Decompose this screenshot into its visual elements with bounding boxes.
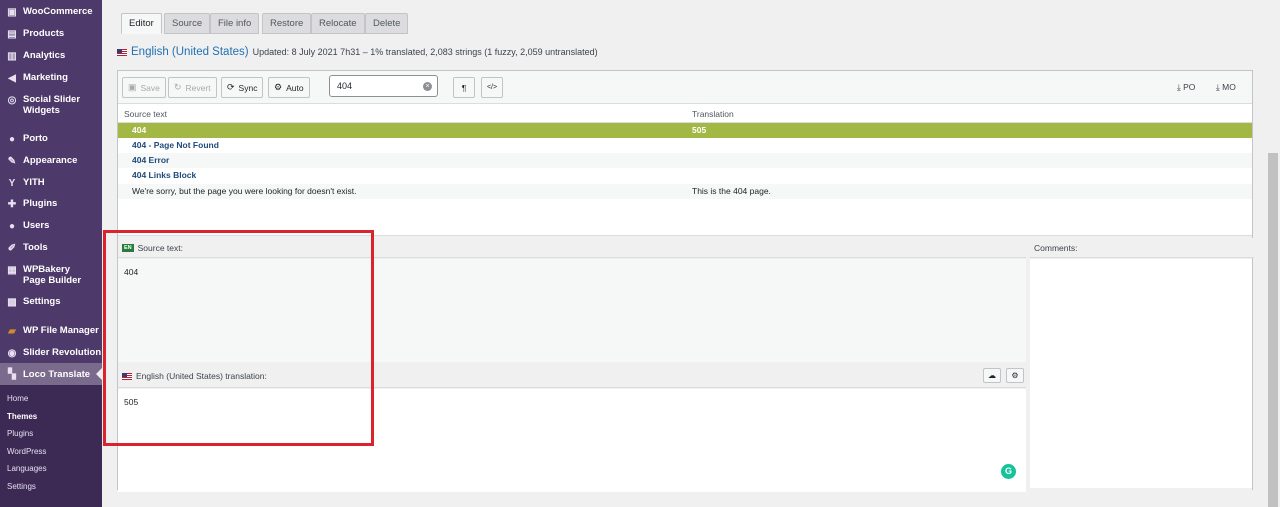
plug-icon: ✚	[7, 198, 17, 210]
sidebar-item-settings[interactable]: ▩ Settings	[0, 296, 102, 308]
sidebar-item-wp-file-manager[interactable]: ▰ WP File Manager	[0, 325, 102, 337]
brush-icon: ✎	[7, 155, 17, 167]
submenu-languages[interactable]: Languages	[7, 464, 47, 473]
sidebar-item-appearance[interactable]: ✎ Appearance	[0, 155, 102, 167]
tab-editor[interactable]: Editor	[121, 13, 162, 34]
table-row[interactable]: We're sorry, but the page you were looki…	[118, 184, 1252, 199]
save-button[interactable]: ▣ Save	[122, 77, 166, 98]
toggle-invisibles-button[interactable]: ¶	[453, 77, 475, 98]
box-icon: ▤	[7, 28, 17, 40]
language-link[interactable]: English (United States)	[131, 46, 249, 58]
megaphone-icon: ◀	[8, 72, 16, 84]
sidebar-item-yith[interactable]: Y YITH	[0, 177, 102, 189]
sync-button[interactable]: ⟳ Sync	[221, 77, 264, 98]
comments-pane-header: Comments:	[1030, 238, 1254, 258]
woo-icon: ▣	[7, 6, 17, 18]
table-row[interactable]: 404 505	[118, 123, 1252, 138]
sidebar-item-slider-revolution[interactable]: ◉ Slider Revolution	[0, 347, 102, 359]
translate-icon: ▚	[8, 368, 16, 380]
tab-file-info[interactable]: File info	[210, 13, 260, 34]
tab-delete[interactable]: Delete	[365, 13, 409, 34]
tab-relocate[interactable]: Relocate	[311, 13, 365, 34]
sidebar-item-marketing[interactable]: ◀ Marketing	[0, 72, 102, 84]
sidebar-item-products[interactable]: ▤ Products	[0, 28, 102, 40]
wrench-icon: ✐	[7, 242, 17, 254]
table-header: Source text Translation	[118, 104, 1252, 123]
tab-restore[interactable]: Restore	[262, 13, 312, 34]
column-translation[interactable]: Translation	[692, 109, 734, 119]
table-row[interactable]: 404 Error	[118, 153, 1252, 168]
table-row[interactable]: 404 - Page Not Found	[118, 138, 1252, 153]
folder-icon: ▰	[8, 325, 16, 337]
submenu-settings[interactable]: Settings	[7, 482, 36, 491]
refresh-icon: ◉	[7, 347, 17, 359]
sidebar-item-wpbakery[interactable]: ▦ WPBakery Page Builder	[0, 264, 92, 286]
sidebar-item-tools[interactable]: ✐ Tools	[0, 242, 102, 254]
robot-icon: ⚙	[1011, 371, 1019, 380]
highlight-annotation-box	[103, 230, 374, 446]
scrollbar-thumb[interactable]	[1268, 153, 1278, 507]
toggle-code-button[interactable]: </>	[481, 77, 503, 98]
sidebar-item-woocommerce[interactable]: ▣ WooCommerce	[0, 6, 102, 18]
submenu-themes[interactable]: Themes	[7, 412, 37, 421]
column-source-text[interactable]: Source text	[124, 109, 167, 119]
search-input[interactable]: 404 ×	[329, 75, 438, 97]
comments-input[interactable]	[1030, 259, 1252, 488]
submenu-wordpress[interactable]: WordPress	[7, 447, 46, 456]
sidebar-item-porto[interactable]: ● Porto	[0, 133, 102, 145]
social-icon: ◎	[7, 94, 17, 106]
download-mo-button[interactable]: ⤓ MO	[1216, 82, 1236, 93]
auto-translate-button[interactable]: ⚙	[1006, 368, 1024, 383]
sidebar-item-users[interactable]: ● Users	[0, 220, 102, 232]
us-flag-icon	[117, 48, 127, 56]
robot-icon: ⚙	[274, 82, 283, 92]
auto-button[interactable]: ⚙ Auto	[268, 77, 310, 98]
builder-icon: ▦	[7, 264, 17, 276]
tab-source[interactable]: Source	[164, 13, 211, 34]
submenu-home[interactable]: Home	[7, 394, 28, 403]
sidebar-item-analytics[interactable]: ▥ Analytics	[0, 50, 102, 62]
yith-icon: Y	[8, 177, 16, 189]
grammarly-icon[interactable]: G	[1001, 464, 1016, 479]
porto-icon: ●	[8, 133, 16, 145]
user-icon: ●	[8, 220, 16, 232]
clear-search-icon[interactable]: ×	[423, 82, 432, 91]
file-status-header: English (United States) Updated: 8 July …	[117, 46, 598, 58]
sidebar-item-loco-translate[interactable]: ▚ Loco Translate	[0, 363, 102, 385]
revert-button[interactable]: ↻ Revert	[168, 77, 217, 98]
suggest-button[interactable]: ☁	[983, 368, 1001, 383]
settings-icon: ▩	[7, 296, 17, 308]
chart-icon: ▥	[7, 50, 17, 62]
revert-icon: ↻	[174, 82, 182, 92]
status-text: Updated: 8 July 2021 7h31 – 1% translate…	[252, 47, 598, 57]
save-icon: ▣	[128, 82, 137, 92]
submenu-plugins[interactable]: Plugins	[7, 429, 33, 438]
sync-icon: ⟳	[227, 82, 235, 92]
admin-sidebar: ▣ WooCommerce ▤ Products ▥ Analytics ◀ Marke…	[0, 0, 102, 507]
toolbar: ▣ Save ↻ Revert ⟳ Sync ⚙ Auto 404 × ¶ </> ⤓ P…	[118, 71, 1252, 104]
sidebar-item-social-slider-widgets[interactable]: ◎ Social Slider Widgets	[0, 94, 90, 116]
table-row[interactable]: 404 Links Block	[118, 168, 1252, 183]
sidebar-item-plugins[interactable]: ✚ Plugins	[0, 198, 102, 210]
download-po-button[interactable]: ⤓ PO	[1177, 82, 1195, 93]
cloud-icon: ☁	[988, 371, 996, 380]
